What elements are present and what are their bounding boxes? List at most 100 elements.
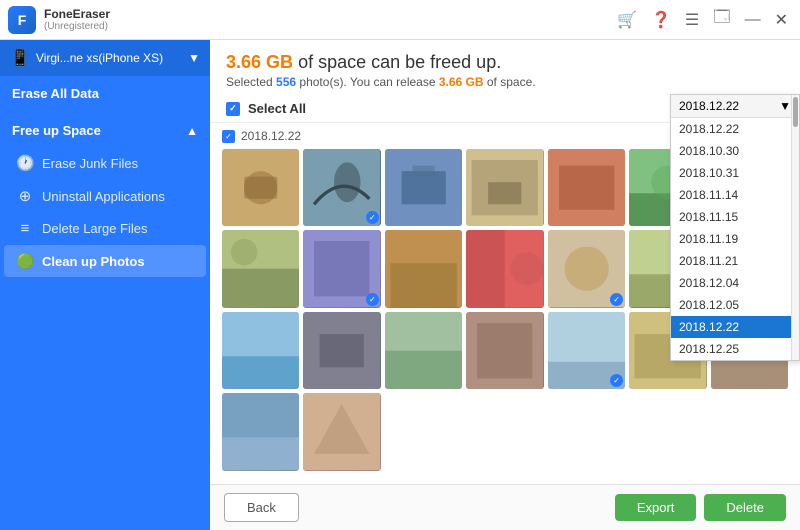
delete-large-label: Delete Large Files (42, 221, 148, 236)
date-item-3[interactable]: 2018.11.14 (671, 184, 799, 206)
erase-section: Erase All Data (0, 76, 210, 111)
photo-inner (385, 312, 462, 389)
photo-thumb[interactable] (466, 230, 543, 307)
free-up-chevron-icon: ▲ (186, 124, 198, 138)
photo-thumb[interactable] (548, 149, 625, 226)
dropdown-scrollbar (791, 95, 799, 360)
photo-thumb[interactable] (222, 149, 299, 226)
photo-inner (385, 230, 462, 307)
photo-thumb[interactable] (222, 230, 299, 307)
free-up-header[interactable]: Free up Space ▲ (0, 115, 210, 146)
photo-inner (466, 312, 543, 389)
sidebar-item-clean-photos[interactable]: 🟢 Clean up Photos (4, 245, 206, 277)
photo-inner (303, 312, 380, 389)
photo-thumb[interactable] (548, 230, 625, 307)
freed-size: 3.66 GB (226, 52, 293, 72)
erase-all-title: Erase All Data (12, 86, 198, 101)
photo-inner (222, 230, 299, 307)
free-up-section: Free up Space ▲ 🕐 Erase Junk Files ⊕ Uni… (0, 115, 210, 278)
photo-inner (222, 149, 299, 226)
date-item-5[interactable]: 2018.11.19 (671, 228, 799, 250)
app-info: FoneEraser (Unregistered) (44, 7, 110, 32)
select-all-bar: Select All 2018.12.22 ▼ 2018.12.22 2018.… (210, 95, 800, 123)
export-button[interactable]: Export (615, 494, 697, 521)
date-group-label: 2018.12.22 (241, 129, 301, 143)
select-all-checkbox[interactable] (226, 102, 240, 116)
photo-thumb[interactable] (385, 149, 462, 226)
photo-thumb[interactable] (466, 149, 543, 226)
title-bar: F FoneEraser (Unregistered) 🛒 ❓ ☰ 🗔 — ✕ (0, 0, 800, 40)
uninstall-apps-label: Uninstall Applications (42, 189, 165, 204)
selected-count: 556 (276, 75, 296, 89)
clean-photos-icon: 🟢 (16, 252, 34, 270)
photo-inner (222, 312, 299, 389)
app-icon: F (8, 6, 36, 34)
date-item-10[interactable]: 2018.12.25 (671, 338, 799, 360)
date-item-6[interactable]: 2018.11.21 (671, 250, 799, 272)
delete-large-icon: ≡ (16, 220, 34, 237)
erase-junk-icon: 🕐 (16, 154, 34, 172)
device-chevron-icon: ▼ (188, 51, 200, 65)
photo-inner (466, 230, 543, 307)
freed-title-suffix: of space can be freed up. (298, 52, 501, 72)
minimize-button[interactable]: — (741, 9, 765, 31)
date-item-0[interactable]: 2018.12.22 (671, 118, 799, 140)
content-area: 3.66 GB of space can be freed up. Select… (210, 40, 800, 530)
back-button[interactable]: Back (224, 493, 299, 522)
photo-thumb[interactable] (222, 312, 299, 389)
date-item-9[interactable]: 2018.12.22 (671, 316, 799, 338)
photo-thumb[interactable] (303, 230, 380, 307)
app-name: FoneEraser (44, 7, 110, 21)
date-item-8[interactable]: 2018.12.05 (671, 294, 799, 316)
erase-junk-label: Erase Junk Files (42, 156, 138, 171)
date-group-checkbox[interactable] (222, 130, 235, 143)
date-item-4[interactable]: 2018.11.15 (671, 206, 799, 228)
uninstall-apps-icon: ⊕ (16, 187, 34, 205)
photo-inner (303, 393, 380, 470)
date-item-7[interactable]: 2018.12.04 (671, 272, 799, 294)
right-buttons: Export Delete (615, 494, 786, 521)
photo-thumb[interactable] (385, 312, 462, 389)
delete-button[interactable]: Delete (704, 494, 786, 521)
device-name: Virgi...ne xs(iPhone XS) (36, 51, 182, 65)
sidebar-item-uninstall-apps[interactable]: ⊕ Uninstall Applications (4, 180, 206, 212)
photo-thumb[interactable] (303, 149, 380, 226)
photo-thumb[interactable] (466, 312, 543, 389)
date-dropdown-arrow-icon: ▼ (779, 99, 791, 113)
date-item-1[interactable]: 2018.10.30 (671, 140, 799, 162)
photo-thumb[interactable] (303, 312, 380, 389)
clean-photos-label: Clean up Photos (42, 254, 145, 269)
minimize-icon[interactable]: 🗔 (709, 4, 734, 35)
photo-thumb[interactable] (303, 393, 380, 470)
photo-inner (222, 393, 299, 470)
sidebar-item-delete-large[interactable]: ≡ Delete Large Files (4, 213, 206, 244)
date-dropdown[interactable]: 2018.12.22 ▼ 2018.12.22 2018.10.30 2018.… (670, 94, 800, 361)
device-selector[interactable]: 📱 Virgi...ne xs(iPhone XS) ▼ (0, 40, 210, 76)
date-dropdown-header[interactable]: 2018.12.22 ▼ (671, 95, 799, 118)
photo-inner (466, 149, 543, 226)
photo-thumb[interactable] (385, 230, 462, 307)
photo-inner (548, 149, 625, 226)
content-subtitle: Selected 556 photo(s). You can release 3… (226, 75, 784, 89)
main-layout: 📱 Virgi...ne xs(iPhone XS) ▼ Erase All D… (0, 40, 800, 530)
photo-thumb[interactable] (548, 312, 625, 389)
photo-inner (385, 149, 462, 226)
sidebar: 📱 Virgi...ne xs(iPhone XS) ▼ Erase All D… (0, 40, 210, 530)
photo-thumb[interactable] (222, 393, 299, 470)
bottom-bar: Back Export Delete (210, 484, 800, 530)
select-all-label: Select All (248, 101, 306, 116)
date-item-2[interactable]: 2018.10.31 (671, 162, 799, 184)
cart-icon[interactable]: 🛒 (613, 8, 641, 32)
date-dropdown-current: 2018.12.22 (679, 99, 739, 113)
photo-check (610, 293, 623, 306)
menu-icon[interactable]: ☰ (681, 8, 703, 32)
content-header: 3.66 GB of space can be freed up. Select… (210, 40, 800, 95)
device-icon: 📱 (10, 48, 30, 68)
sidebar-item-erase-junk[interactable]: 🕐 Erase Junk Files (4, 147, 206, 179)
window-controls: 🛒 ❓ ☰ 🗔 — ✕ (613, 4, 792, 35)
dropdown-scrollbar-thumb (793, 97, 798, 127)
help-icon[interactable]: ❓ (647, 8, 675, 32)
content-title: 3.66 GB of space can be freed up. (226, 52, 784, 73)
close-button[interactable]: ✕ (771, 8, 792, 32)
app-subtitle: (Unregistered) (44, 21, 110, 32)
